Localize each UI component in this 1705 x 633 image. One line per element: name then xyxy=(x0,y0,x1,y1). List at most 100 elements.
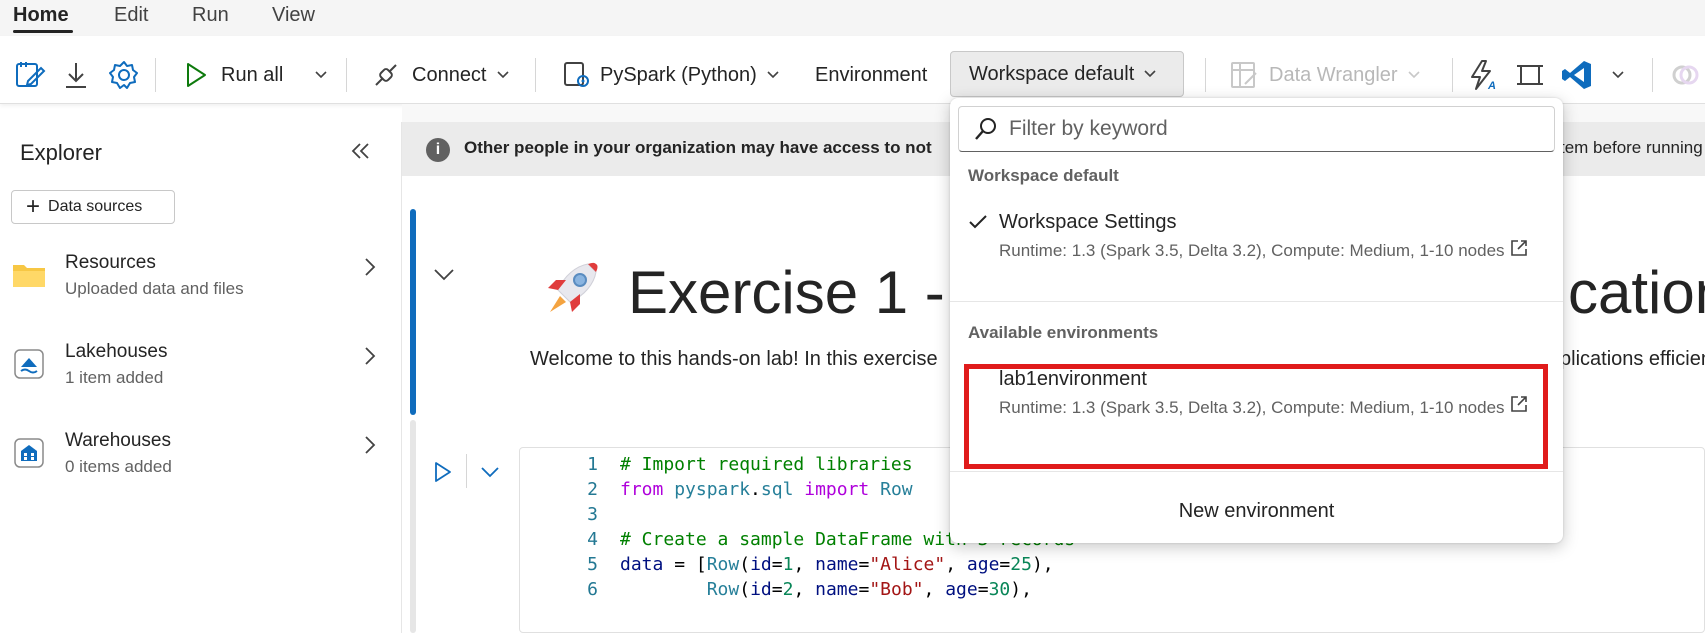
run-all-dropdown[interactable] xyxy=(313,55,329,95)
line-number: 6 xyxy=(587,579,598,600)
run-all-button[interactable]: Run all xyxy=(183,55,283,95)
chevron-down-icon xyxy=(1612,71,1624,79)
ribbon-divider xyxy=(155,58,156,92)
environment-dropdown[interactable]: Workspace default xyxy=(950,51,1184,97)
tab-run[interactable]: Run xyxy=(192,4,229,27)
code-token: Row xyxy=(706,579,740,600)
double-chevron-left-icon xyxy=(351,143,369,159)
data-wrangler-icon xyxy=(1231,62,1257,88)
lakehouse-icon xyxy=(14,349,44,379)
code-token: , xyxy=(945,554,967,575)
copilot-button[interactable] xyxy=(1670,55,1700,95)
open-external-icon[interactable] xyxy=(1509,238,1529,258)
code-token: 2 xyxy=(782,579,794,600)
code-text: Row(id=2, name="Bob", age=30), xyxy=(620,579,1032,600)
vscode-button[interactable] xyxy=(1560,55,1594,95)
tab-edit[interactable]: Edit xyxy=(114,4,148,27)
chevron-right-icon xyxy=(365,258,376,276)
play-icon xyxy=(435,462,451,482)
connect-button[interactable]: Connect xyxy=(372,55,511,95)
code-token: = xyxy=(771,554,783,575)
code-token: age xyxy=(945,579,978,600)
environment-dropdown-menu: Workspace default Workspace Settings Run… xyxy=(950,98,1563,543)
line-number: 4 xyxy=(587,529,598,550)
explorer-item-warehouses[interactable]: Warehouses 0 items added xyxy=(0,430,400,500)
data-wrangler-label: Data Wrangler xyxy=(1269,63,1398,86)
run-options-dropdown[interactable] xyxy=(478,460,502,489)
tab-home[interactable]: Home xyxy=(13,4,69,27)
menu-divider xyxy=(950,301,1563,302)
data-wrangler-button[interactable]: Data Wrangler xyxy=(1229,55,1422,95)
line-number: 2 xyxy=(587,479,598,500)
new-environment-button[interactable]: New environment xyxy=(950,500,1563,523)
explorer-panel: Explorer + Data sources Resources Upload… xyxy=(0,122,402,633)
filter-input[interactable] xyxy=(1009,117,1529,141)
explorer-item-subtitle: 0 items added xyxy=(65,457,172,476)
explorer-item-title: Warehouses xyxy=(65,430,171,451)
chevron-right-icon xyxy=(365,436,376,454)
full-screen-button[interactable] xyxy=(1515,55,1545,95)
filter-box[interactable] xyxy=(958,106,1555,152)
code-token: , xyxy=(793,554,816,575)
group-header-available-environments: Available environments xyxy=(968,323,1159,342)
code-token: , xyxy=(793,579,816,600)
code-token: ( xyxy=(739,554,751,575)
rocket-icon xyxy=(536,256,606,331)
download-button[interactable] xyxy=(62,55,90,95)
active-cell-indicator xyxy=(410,209,416,415)
vscode-dropdown[interactable] xyxy=(1610,55,1626,95)
code-token: age xyxy=(966,554,1000,575)
ribbon-divider xyxy=(1205,58,1206,92)
option-title: Workspace Settings xyxy=(999,211,1177,233)
code-token: sql xyxy=(760,479,794,500)
language-label: PySpark (Python) xyxy=(600,63,757,86)
play-icon xyxy=(187,63,206,87)
code-token: 25 xyxy=(1010,554,1032,575)
data-sources-label: Data sources xyxy=(48,198,143,215)
code-token: 30 xyxy=(988,579,1011,600)
collapse-cell-button[interactable] xyxy=(432,262,456,291)
code-token: , xyxy=(923,579,946,600)
gear-icon xyxy=(109,61,138,89)
warehouse-icon xyxy=(14,438,44,468)
add-data-sources-button[interactable]: + Data sources xyxy=(11,190,175,224)
copilot-icon xyxy=(1672,65,1699,85)
code-token: name xyxy=(815,579,859,600)
frame-icon xyxy=(1517,65,1543,85)
tab-view[interactable]: View xyxy=(272,4,315,27)
chevron-right-icon xyxy=(365,347,376,365)
collapse-panel-button[interactable] xyxy=(350,140,372,168)
edit-notebook-button[interactable] xyxy=(14,55,46,95)
explorer-item-lakehouses[interactable]: Lakehouses 1 item added xyxy=(0,341,400,411)
explorer-item-title: Resources xyxy=(65,252,156,273)
code-token: data xyxy=(620,554,664,575)
notebook-heading: Exercise 1 - xyxy=(628,259,945,326)
code-token: Row xyxy=(706,554,740,575)
code-text: # Import required libraries xyxy=(620,454,913,475)
code-token: ), xyxy=(1031,554,1054,575)
cell-indicator xyxy=(410,420,416,633)
welcome-text-tail: plications efficien xyxy=(1560,348,1705,370)
connect-label: Connect xyxy=(412,63,487,86)
code-token: name xyxy=(815,554,859,575)
copilot-actions-button[interactable]: A xyxy=(1468,55,1498,95)
code-text: from pyspark.sql import Row xyxy=(620,479,913,500)
menu-divider xyxy=(950,471,1563,472)
banner-text: Other people in your organization may ha… xyxy=(464,138,932,157)
banner-text-tail: tem before running xyxy=(1560,138,1703,157)
menu-bar: Home Edit Run View xyxy=(0,0,1705,36)
code-token: = xyxy=(858,579,870,600)
chevron-down-icon xyxy=(315,71,327,79)
chevron-down-icon xyxy=(1408,71,1420,79)
vscode-icon xyxy=(1562,61,1591,89)
notebook-heading-tail: cation xyxy=(1568,259,1705,326)
code-token: "Alice" xyxy=(869,554,946,575)
explorer-item-resources[interactable]: Resources Uploaded data and files xyxy=(0,252,400,322)
run-cell-button[interactable] xyxy=(432,460,454,489)
settings-button[interactable] xyxy=(108,55,140,95)
code-token: . xyxy=(750,479,761,500)
run-all-label: Run all xyxy=(221,63,284,86)
folder-icon xyxy=(13,265,45,287)
language-selector[interactable]: PySpark (Python) xyxy=(562,55,781,95)
code-token: id xyxy=(750,579,772,600)
